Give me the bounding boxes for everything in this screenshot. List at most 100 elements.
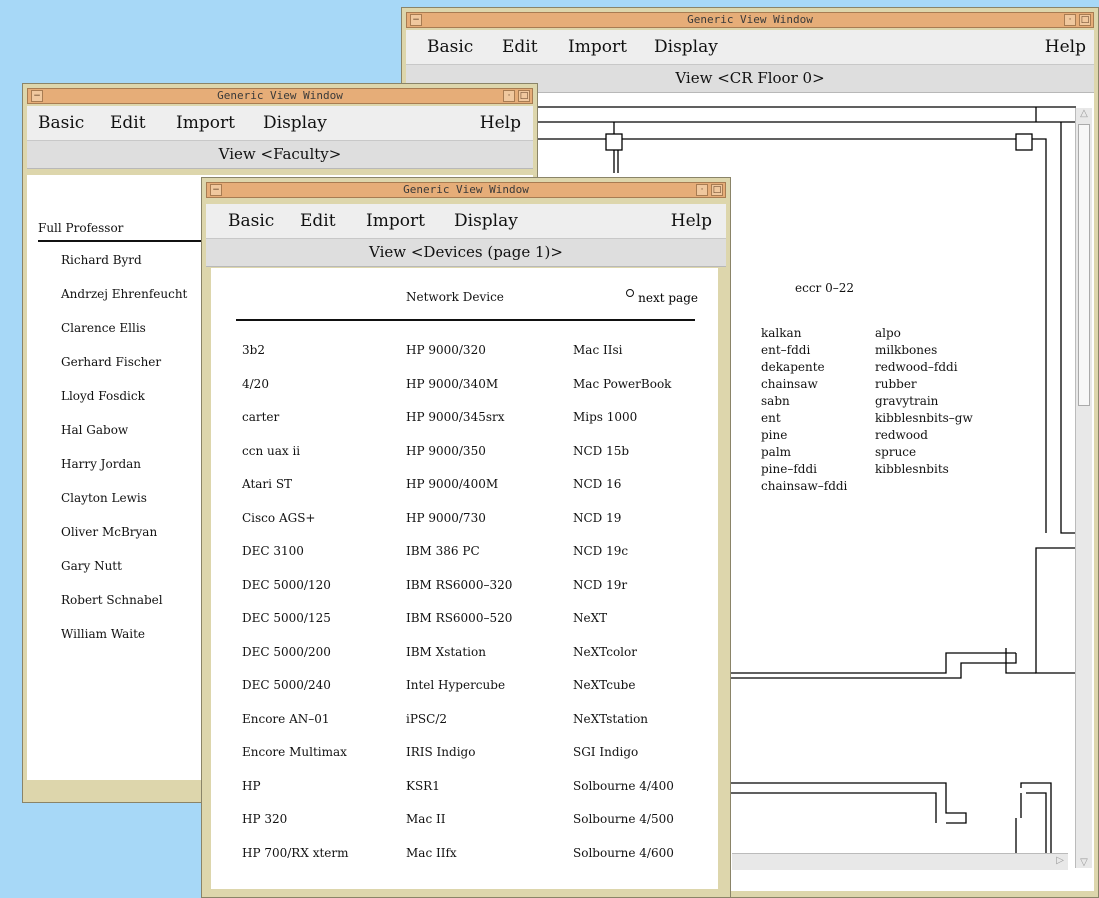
- device-item[interactable]: SGI Indigo: [573, 745, 674, 779]
- faculty-item[interactable]: Gerhard Fischer: [61, 355, 187, 389]
- device-item[interactable]: NeXTstation: [573, 712, 674, 746]
- faculty-item[interactable]: William Waite: [61, 627, 187, 661]
- maximize-button[interactable]: □: [711, 184, 723, 196]
- menu-help[interactable]: Help: [480, 113, 521, 133]
- menu-edit[interactable]: Edit: [502, 37, 538, 57]
- device-item[interactable]: KSR1: [406, 779, 512, 813]
- device-item[interactable]: Encore Multimax: [242, 745, 349, 779]
- device-item[interactable]: 4/20: [242, 377, 349, 411]
- device-item[interactable]: ent–fddi: [761, 343, 847, 360]
- device-item[interactable]: Solbourne 4/400: [573, 779, 674, 813]
- menu-display[interactable]: Display: [263, 113, 327, 133]
- maximize-button[interactable]: □: [1079, 14, 1091, 26]
- device-item[interactable]: pine–fddi: [761, 462, 847, 479]
- device-item[interactable]: Mips 1000: [573, 410, 674, 444]
- device-item[interactable]: ent: [761, 411, 847, 428]
- device-item[interactable]: HP 320: [242, 812, 349, 846]
- device-item[interactable]: kibblesnbits–gw: [875, 411, 973, 428]
- device-item[interactable]: Mac IIfx: [406, 846, 512, 880]
- menu-import[interactable]: Import: [366, 211, 425, 231]
- device-item[interactable]: IBM RS6000–520: [406, 611, 512, 645]
- device-item[interactable]: NeXT: [573, 611, 674, 645]
- menu-basic[interactable]: Basic: [228, 211, 274, 231]
- device-item[interactable]: dekapente: [761, 360, 847, 377]
- scroll-right-arrow-icon[interactable]: ▷: [1056, 855, 1064, 866]
- device-item[interactable]: DEC 5000/125: [242, 611, 349, 645]
- device-item[interactable]: ccn uax ii: [242, 444, 349, 478]
- minimize-button[interactable]: ·: [1064, 14, 1076, 26]
- device-item[interactable]: kalkan: [761, 326, 847, 343]
- menu-import[interactable]: Import: [176, 113, 235, 133]
- vertical-scrollbar[interactable]: △ ▽: [1075, 108, 1092, 868]
- device-item[interactable]: Encore AN–01: [242, 712, 349, 746]
- faculty-item[interactable]: Harry Jordan: [61, 457, 187, 491]
- faculty-item[interactable]: Clarence Ellis: [61, 321, 187, 355]
- minimize-button[interactable]: ·: [696, 184, 708, 196]
- menu-edit[interactable]: Edit: [110, 113, 146, 133]
- device-item[interactable]: palm: [761, 445, 847, 462]
- scroll-down-arrow-icon[interactable]: ▽: [1076, 857, 1092, 868]
- minimize-button[interactable]: ·: [503, 90, 515, 102]
- device-item[interactable]: HP: [242, 779, 349, 813]
- device-item[interactable]: sabn: [761, 394, 847, 411]
- menu-basic[interactable]: Basic: [427, 37, 473, 57]
- device-item[interactable]: iPSC/2: [406, 712, 512, 746]
- horizontal-scrollbar[interactable]: ▷: [732, 853, 1068, 870]
- device-item[interactable]: DEC 5000/240: [242, 678, 349, 712]
- device-item[interactable]: NeXTcube: [573, 678, 674, 712]
- device-item[interactable]: IBM RS6000–320: [406, 578, 512, 612]
- device-item[interactable]: gravytrain: [875, 394, 973, 411]
- device-item[interactable]: Mac IIsi: [573, 343, 674, 377]
- device-item[interactable]: NCD 16: [573, 477, 674, 511]
- faculty-item[interactable]: Hal Gabow: [61, 423, 187, 457]
- device-item[interactable]: redwood–fddi: [875, 360, 973, 377]
- device-item[interactable]: HP 9000/340M: [406, 377, 512, 411]
- faculty-window-titlebar[interactable]: − Generic View Window · □: [27, 88, 533, 104]
- faculty-item[interactable]: Clayton Lewis: [61, 491, 187, 525]
- device-item[interactable]: Atari ST: [242, 477, 349, 511]
- faculty-item[interactable]: Oliver McBryan: [61, 525, 187, 559]
- device-item[interactable]: DEC 5000/120: [242, 578, 349, 612]
- device-item[interactable]: HP 9000/730: [406, 511, 512, 545]
- faculty-item[interactable]: Richard Byrd: [61, 253, 187, 287]
- device-item[interactable]: chainsaw–fddi: [761, 479, 847, 496]
- menu-basic[interactable]: Basic: [38, 113, 84, 133]
- next-page-link[interactable]: next page: [626, 289, 698, 305]
- device-item[interactable]: Intel Hypercube: [406, 678, 512, 712]
- device-item[interactable]: NeXTcolor: [573, 645, 674, 679]
- maximize-button[interactable]: □: [518, 90, 530, 102]
- device-item[interactable]: HP 9000/400M: [406, 477, 512, 511]
- device-item[interactable]: Solbourne 4/600: [573, 846, 674, 880]
- device-item[interactable]: redwood: [875, 428, 973, 445]
- device-item[interactable]: NCD 19: [573, 511, 674, 545]
- menu-display[interactable]: Display: [454, 211, 518, 231]
- floor-window-titlebar[interactable]: − Generic View Window · □: [406, 12, 1094, 28]
- devices-window-titlebar[interactable]: − Generic View Window · □: [206, 182, 726, 198]
- menu-import[interactable]: Import: [568, 37, 627, 57]
- device-item[interactable]: rubber: [875, 377, 973, 394]
- device-item[interactable]: 3b2: [242, 343, 349, 377]
- menu-help[interactable]: Help: [1045, 37, 1086, 57]
- device-item[interactable]: HP 9000/320: [406, 343, 512, 377]
- device-item[interactable]: IRIS Indigo: [406, 745, 512, 779]
- device-item[interactable]: NCD 19r: [573, 578, 674, 612]
- device-item[interactable]: Cisco AGS+: [242, 511, 349, 545]
- device-item[interactable]: Mac II: [406, 812, 512, 846]
- device-item[interactable]: milkbones: [875, 343, 973, 360]
- scroll-thumb[interactable]: [1078, 124, 1090, 406]
- faculty-item[interactable]: Andrzej Ehrenfeucht: [61, 287, 187, 321]
- faculty-item[interactable]: Lloyd Fosdick: [61, 389, 187, 423]
- menu-help[interactable]: Help: [671, 211, 712, 231]
- device-item[interactable]: Mac PowerBook: [573, 377, 674, 411]
- device-item[interactable]: HP 9000/350: [406, 444, 512, 478]
- device-item[interactable]: HP 700/RX xterm: [242, 846, 349, 880]
- device-item[interactable]: pine: [761, 428, 847, 445]
- device-item[interactable]: Solbourne 4/500: [573, 812, 674, 846]
- device-item[interactable]: chainsaw: [761, 377, 847, 394]
- device-item[interactable]: DEC 5000/200: [242, 645, 349, 679]
- device-item[interactable]: alpo: [875, 326, 973, 343]
- faculty-item[interactable]: Gary Nutt: [61, 559, 187, 593]
- device-item[interactable]: NCD 19c: [573, 544, 674, 578]
- device-item[interactable]: HP 9000/345srx: [406, 410, 512, 444]
- menu-display[interactable]: Display: [654, 37, 718, 57]
